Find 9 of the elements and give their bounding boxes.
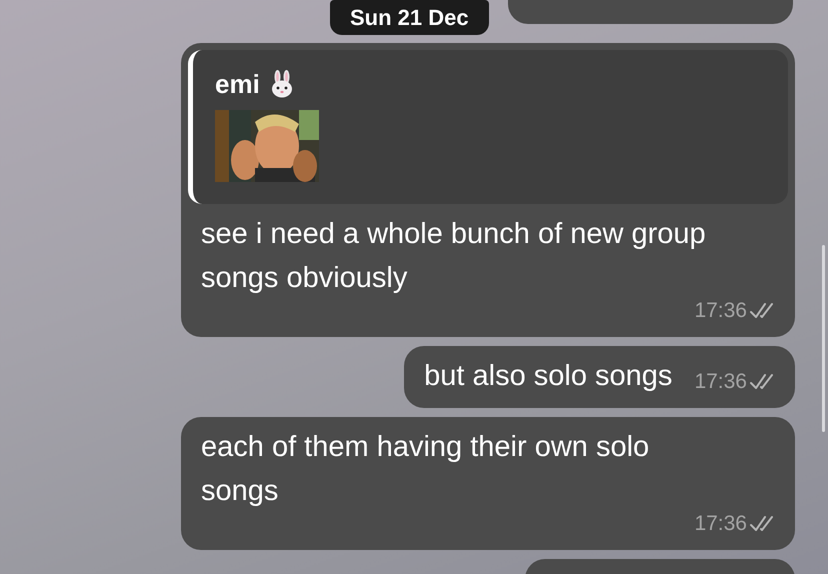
message-text: each of them having their own solo songs: [201, 430, 650, 509]
reply-author: emi: [215, 71, 260, 97]
message-text: but also solo songs: [424, 359, 672, 394]
reply-quote[interactable]: emi: [188, 50, 788, 204]
date-badge: Sun 21 Dec: [330, 0, 489, 35]
message-time: 17:36: [694, 371, 747, 392]
message-text: see i need a whole bunch of new group songs obviously: [201, 217, 707, 296]
message-time: 17:36: [694, 300, 747, 321]
message-time: 17:36: [694, 513, 747, 534]
